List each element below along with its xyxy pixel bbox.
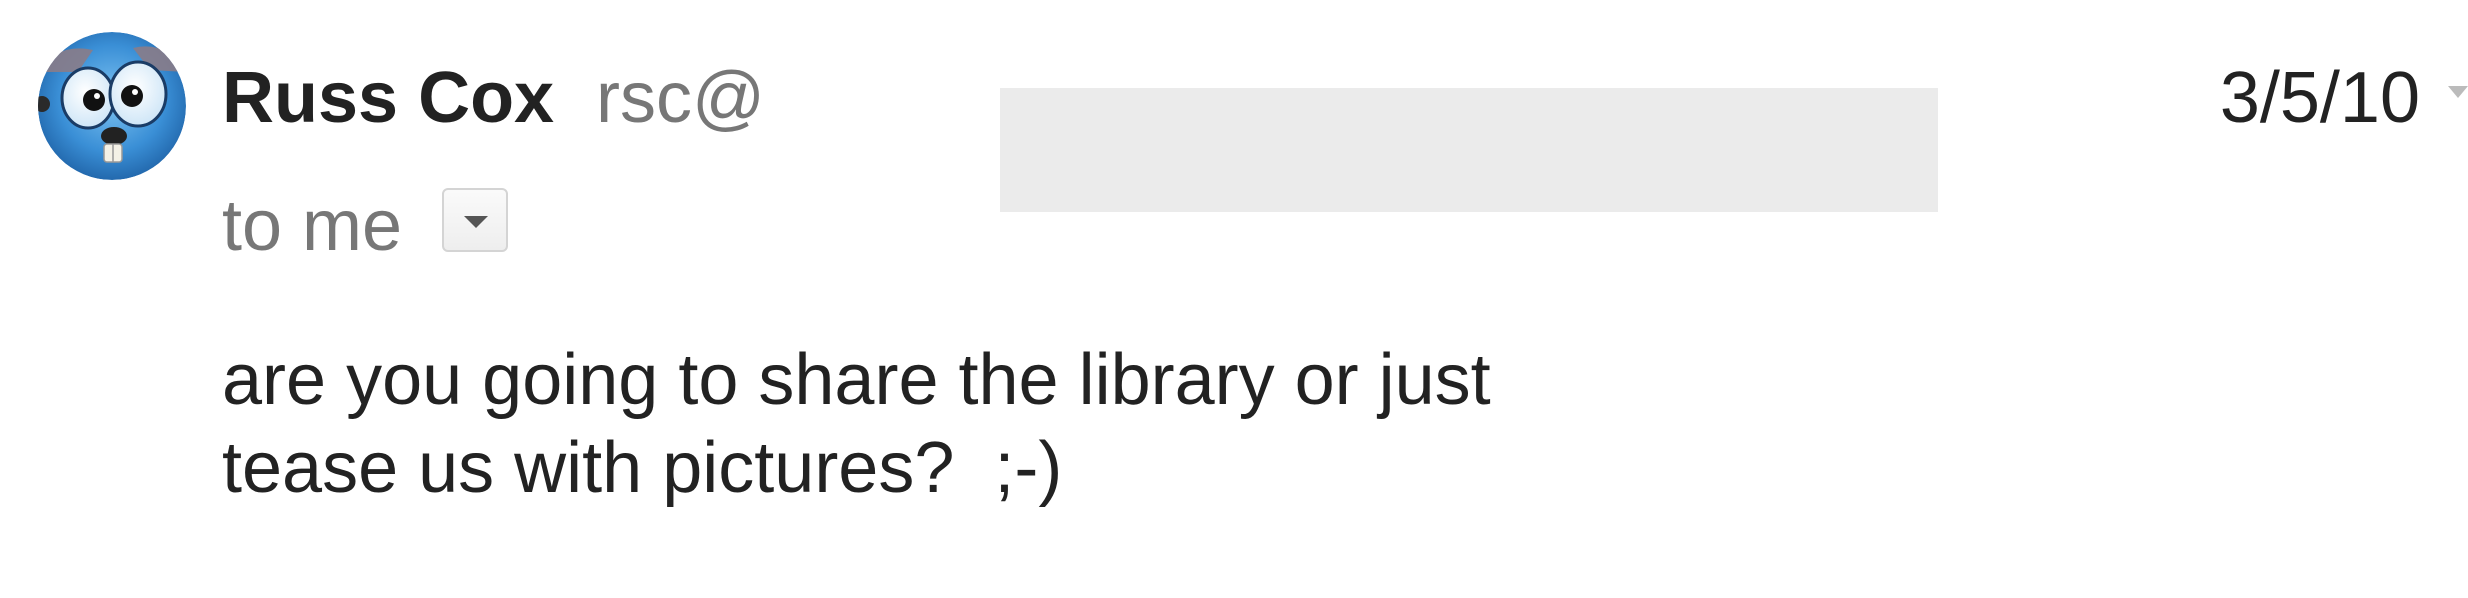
recipient-label: to me	[222, 186, 403, 266]
gopher-avatar-icon	[38, 32, 186, 180]
show-details-button[interactable]	[442, 188, 508, 252]
message-body-line: are you going to share the library or ju…	[222, 340, 1491, 420]
sender-avatar[interactable]	[38, 32, 186, 180]
sender-name[interactable]: Russ Cox	[222, 62, 554, 134]
chevron-down-icon	[464, 216, 488, 228]
email-redaction-box	[1000, 88, 1938, 212]
sender-email[interactable]: rsc@	[596, 62, 765, 134]
more-options-caret-icon[interactable]	[2448, 86, 2468, 98]
message-date: 3/5/10	[2219, 58, 2420, 138]
message-body-line: tease us with pictures? ;-)	[222, 428, 1063, 508]
message-body: are you going to share the library or ju…	[222, 336, 1491, 512]
